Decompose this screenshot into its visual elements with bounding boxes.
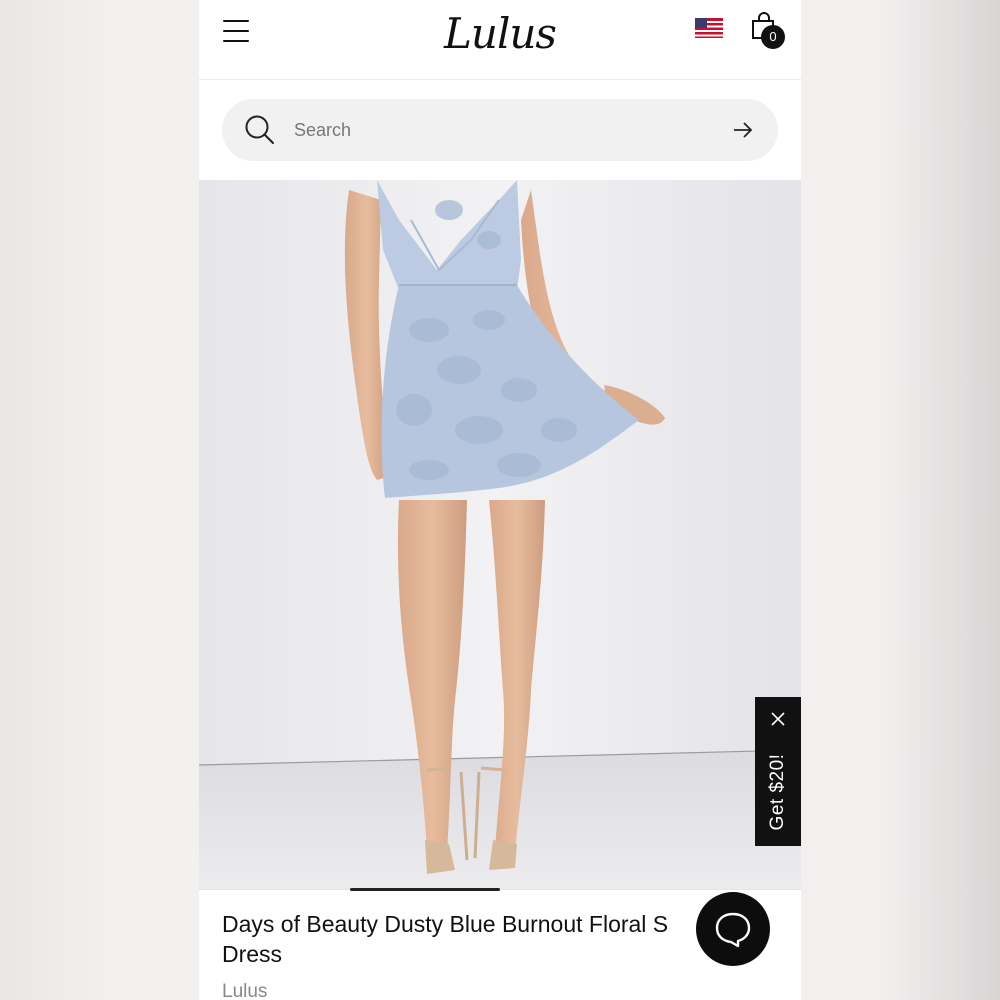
search-input[interactable]	[294, 113, 714, 147]
menu-icon[interactable]	[223, 20, 249, 42]
logo-text: Lulus	[444, 9, 557, 58]
cart-count-badge: 0	[761, 25, 785, 49]
close-icon[interactable]	[770, 711, 786, 727]
carousel-track	[199, 889, 801, 890]
product-image[interactable]	[199, 180, 801, 890]
search-icon	[245, 115, 274, 144]
search-bar[interactable]	[222, 99, 778, 161]
carousel-indicator[interactable]	[350, 888, 500, 891]
arrow-right-icon[interactable]	[732, 120, 754, 140]
promo-tab[interactable]: Get $20!	[755, 697, 801, 846]
site-header: Lulus 0	[199, 0, 801, 80]
product-brand[interactable]: Lulus	[222, 980, 267, 1000]
chat-icon	[715, 912, 751, 948]
chat-button[interactable]	[696, 892, 770, 966]
flag-icon[interactable]	[695, 18, 723, 38]
promo-label[interactable]: Get $20!	[763, 733, 793, 851]
phone-screen: Lulus 0 Search Get $20! Days of Beauty D…	[199, 0, 801, 1000]
product-title: Days of Beauty Dusty Blue Burnout Floral…	[222, 911, 669, 967]
site-logo[interactable]: Lulus	[439, 6, 561, 62]
